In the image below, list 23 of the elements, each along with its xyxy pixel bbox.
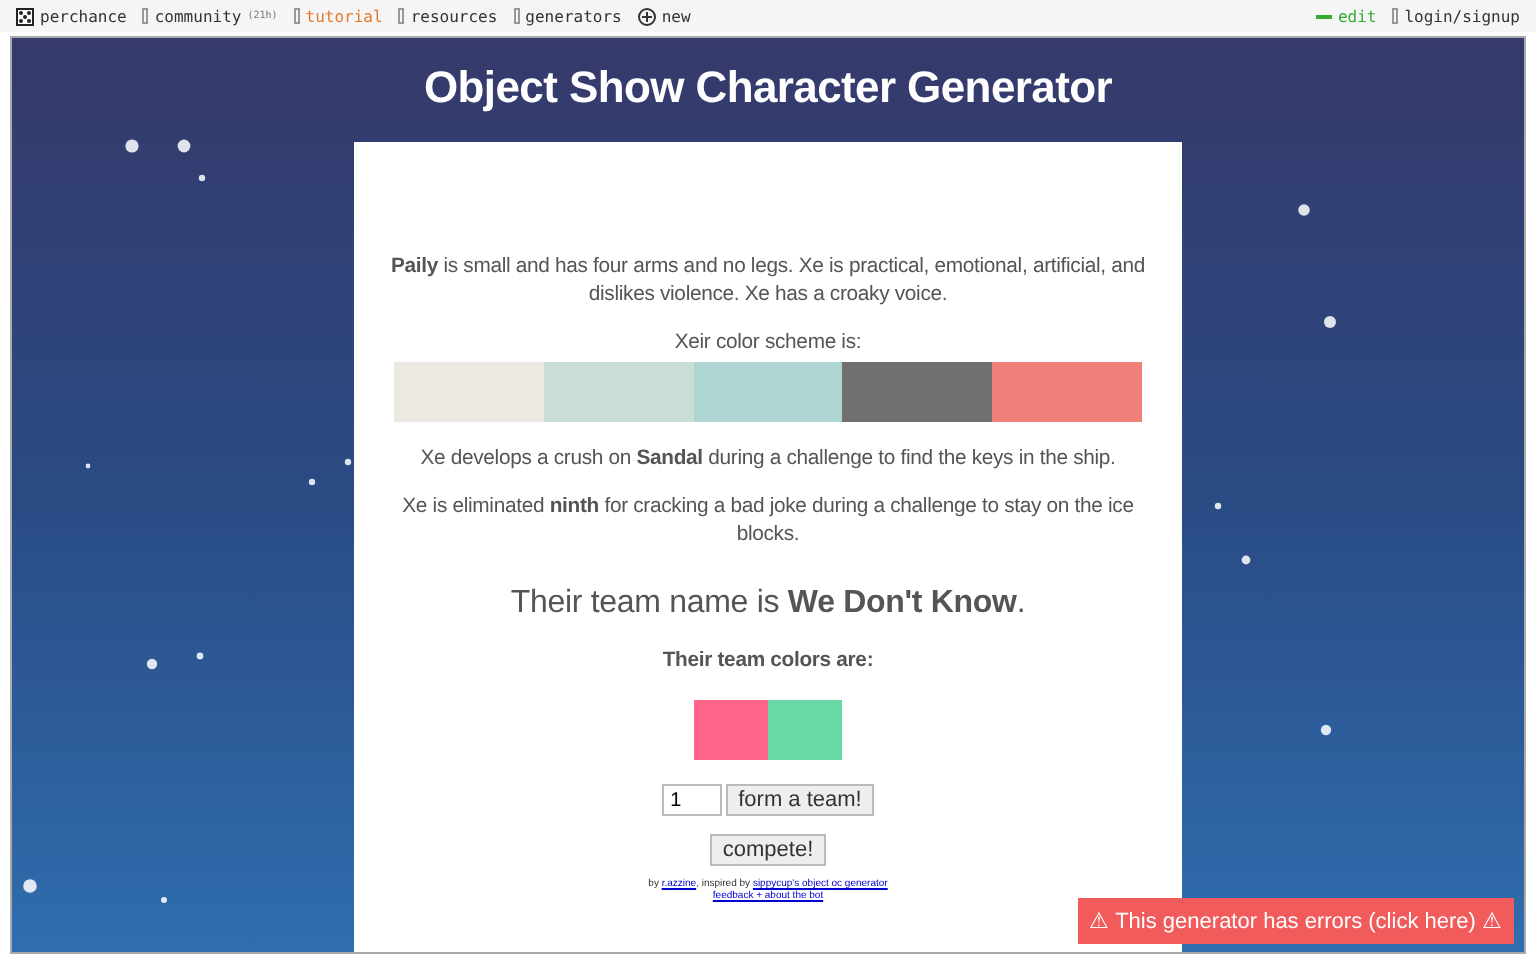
- dice-icon: [16, 7, 34, 25]
- nav-link[interactable]: resources: [410, 7, 498, 25]
- scheme-label: Xeir color scheme is:: [674, 330, 862, 358]
- team-name: Their team name is We Don't Know.: [510, 586, 1026, 622]
- form-team-button[interactable]: form a team!: [726, 784, 874, 816]
- compete-button[interactable]: compete!: [710, 834, 826, 866]
- elimination-text: Xe is eliminated ninth for cracking a bad joke during a challenge to stay on the ice blocks.: [400, 494, 1136, 550]
- nav-link[interactable]: generators: [525, 7, 622, 25]
- description: Paily is small and has four arms and no legs. Xe is practical, emotional, artificial, and dislikes violence. Xe has a croaky voice.: [388, 254, 1148, 310]
- bar-icon: [513, 8, 520, 24]
- bar-icon: [293, 8, 300, 24]
- team-colors-label: Their team colors are:: [662, 650, 874, 672]
- nav-link[interactable]: perchance: [40, 7, 127, 25]
- bar-icon: [142, 8, 149, 24]
- bar-icon: [1392, 8, 1399, 24]
- team-count-field[interactable]: 1: [662, 784, 723, 816]
- plus-circle-icon: [637, 7, 656, 25]
- nav-link[interactable]: login/signup: [1404, 7, 1520, 25]
- nav-link[interactable]: new: [661, 7, 691, 25]
- crush-text: Xe develops a crush on Sandal during a challenge to find the keys in the ship.: [420, 446, 1116, 474]
- nav-link[interactable]: community: [154, 7, 242, 25]
- page-title: Object Show Character Generator: [423, 62, 1113, 116]
- bar-icon: [398, 8, 405, 24]
